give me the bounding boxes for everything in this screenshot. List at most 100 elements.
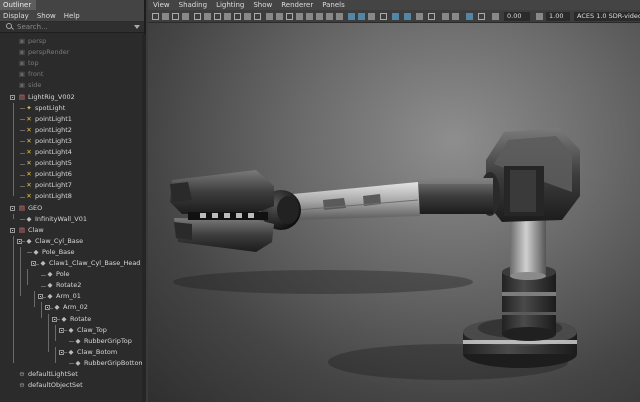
pointlight-icon: ✕ [26,192,32,201]
tree-connector [55,324,56,341]
tree-connector [48,313,49,352]
outliner-item[interactable]: ⊖ defaultObjectSet [18,380,158,391]
pointlight-icon: ✕ [26,114,32,123]
tree-connector [13,213,14,219]
outliner-item-label: GEO [28,203,43,212]
xray-icon[interactable] [358,13,365,20]
outliner-item[interactable]: ▤ GEO [18,203,158,214]
motion-blur-icon[interactable] [336,13,343,20]
render-view-icon[interactable] [404,13,411,20]
bookmarks-icon[interactable] [172,13,179,20]
outliner-scrollbar[interactable] [142,34,146,402]
tree-connector [13,102,14,197]
outliner-item[interactable]: ▣ front [18,69,158,80]
outliner-item-label: Pole_Base [42,247,75,256]
outliner-menubar: Display Show Help [0,10,144,21]
outliner-item-label: perspRender [28,48,70,57]
outliner-item[interactable]: ▣ top [18,58,158,69]
textured-icon[interactable] [296,13,303,20]
menu-help[interactable]: Help [64,12,80,20]
pointlight-icon: ✕ [26,148,32,156]
mesh-icon: ◆ [75,336,81,345]
outliner-search-field[interactable]: Search... [0,22,144,33]
mesh-icon: ◆ [68,347,74,356]
menu-shading[interactable]: Shading [179,1,207,9]
mesh-icon: ◆ [40,259,46,267]
tree-connector [41,274,46,276]
xray-joints-icon[interactable] [368,13,375,20]
grid-icon[interactable] [194,13,201,20]
gamma-field[interactable]: 1.00 [546,12,570,21]
tree-connector [20,219,25,221]
smooth-shade-icon[interactable] [276,13,283,20]
wireframe-icon[interactable] [266,13,273,20]
expand-toggle-icon[interactable] [10,94,15,100]
outliner-item[interactable]: ⊖ defaultLightSet [18,369,158,380]
arm [293,182,420,220]
snapshot-icon[interactable] [428,13,435,20]
select-camera-icon[interactable] [152,13,159,20]
color-space-dropdown[interactable]: ACES 1.0 SDR-video (sRGB) [574,12,640,21]
claw-jaws [170,170,274,252]
tab-outliner[interactable]: Outliner [0,0,36,10]
outliner-item-label: LightRig_V002 [28,92,75,101]
outliner-item[interactable]: ▣ persp [18,36,158,47]
mesh-icon: ◆ [47,292,53,301]
gamma-toggle-icon[interactable] [466,13,473,20]
tree-connector [20,196,25,198]
spotlight-icon: ✦ [26,103,32,112]
outliner-item-label: Claw [28,225,44,234]
exposure-field[interactable]: 0.00 [504,12,530,21]
isolate-select-icon[interactable] [348,13,355,20]
pointlight-icon: ✕ [26,159,32,168]
gate-mask-icon[interactable] [224,13,231,20]
safe-action-icon[interactable] [244,13,251,20]
image-plane-icon[interactable] [182,13,189,20]
pointlight-icon: ✕ [26,170,32,179]
mesh-icon: ◆ [61,314,67,323]
group-icon: ▤ [18,225,26,234]
outliner-item[interactable]: ▣ perspRender [18,47,158,58]
outliner-item[interactable]: ▣ side [18,80,158,91]
camera-attributes-icon[interactable] [162,13,169,20]
shadows-icon[interactable] [316,13,323,20]
expand-toggle-icon[interactable] [10,205,15,211]
resolution-gate-icon[interactable] [214,13,221,20]
exposure-slider-icon[interactable] [492,13,499,20]
display-mode-icon[interactable] [392,13,399,20]
menu-show[interactable]: Show [37,12,56,20]
hypershade-icon[interactable] [452,13,459,20]
tree-connector [48,307,53,309]
ipr-icon[interactable] [416,13,423,20]
tree-connector [34,263,39,265]
outliner-item-label: pointLight7 [35,181,72,190]
expand-toggle-icon[interactable] [10,227,15,233]
screen-space-ao-icon[interactable] [326,13,333,20]
menu-view[interactable]: View [153,1,170,9]
wireframe-on-shaded-icon[interactable] [286,13,293,20]
film-gate-icon[interactable] [204,13,211,20]
menu-panels[interactable]: Panels [322,1,345,9]
exposure-icon[interactable] [478,13,485,20]
menu-show[interactable]: Show [253,1,272,9]
tree-connector [69,341,74,343]
menu-renderer[interactable]: Renderer [281,1,313,9]
gamma-icon[interactable] [536,13,543,20]
search-dropdown-arrow-icon[interactable] [134,25,140,29]
tree-connector [20,174,25,176]
tree-connector [27,252,32,254]
menu-lighting[interactable]: Lighting [216,1,244,9]
outliner-item[interactable]: ▤ Claw [18,225,158,236]
hud-icon[interactable] [380,13,387,20]
safe-title-icon[interactable] [254,13,261,20]
use-lights-icon[interactable] [306,13,313,20]
set-icon: ⊖ [19,381,25,390]
menu-display[interactable]: Display [3,12,29,20]
render-settings-icon[interactable] [442,13,449,20]
outliner-item-label: Arm_01 [56,292,81,301]
outliner-item[interactable]: ▤ LightRig_V002 [18,92,158,103]
field-chart-icon[interactable] [234,13,241,20]
set-icon: ⊖ [19,370,25,378]
pointlight-icon: ✕ [26,181,32,190]
viewport-panel[interactable]: View Shading Lighting Show Renderer Pane… [148,0,640,402]
